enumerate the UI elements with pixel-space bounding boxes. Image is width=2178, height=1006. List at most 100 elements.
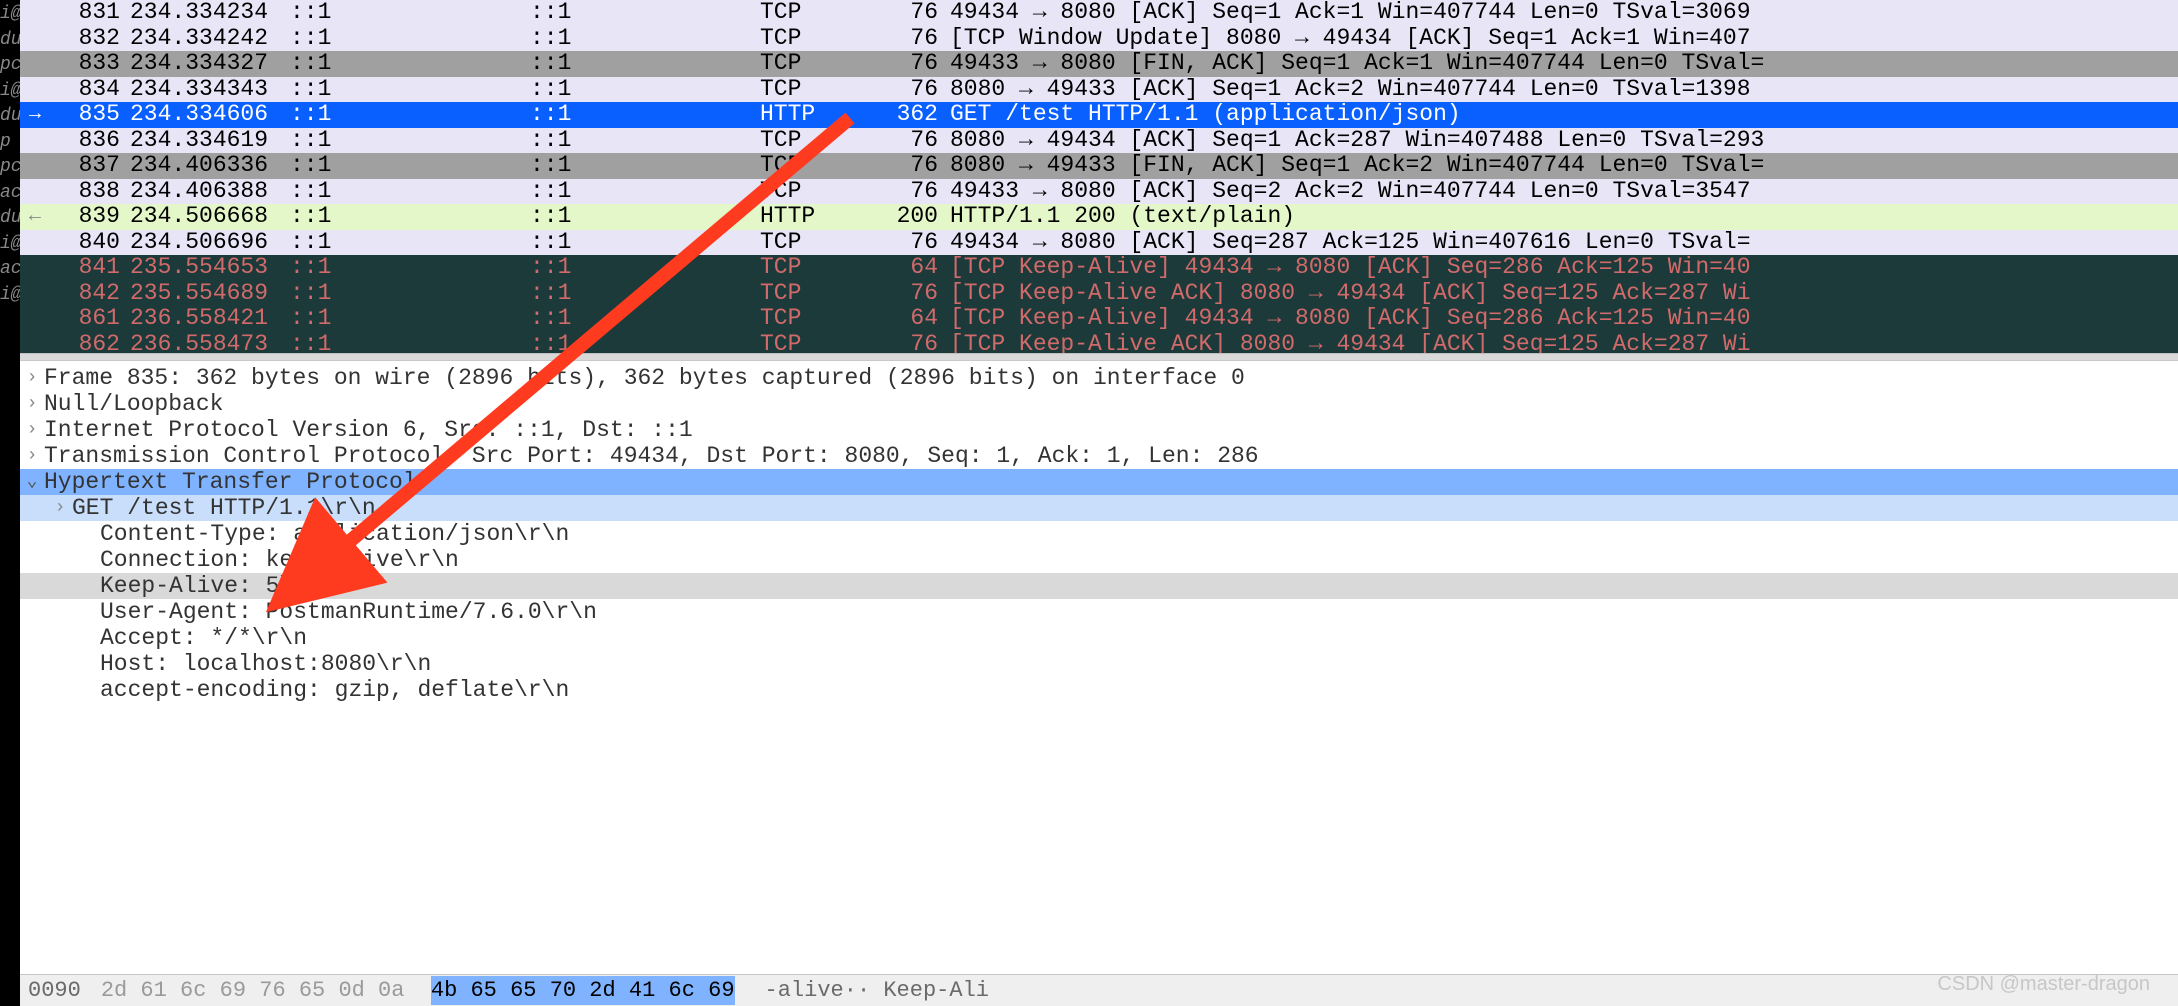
- packet-col-length: 76: [860, 26, 950, 52]
- tree-row[interactable]: ⌄Hypertext Transfer Protocol: [20, 469, 2178, 495]
- packet-col-info: 8080 → 49434 [ACK] Seq=1 Ack=287 Win=407…: [950, 128, 2178, 154]
- watermark-text: CSDN @master-dragon: [1937, 973, 2150, 996]
- packet-row[interactable]: 840234.506696::1::1TCP7649434 → 8080 [AC…: [20, 230, 2178, 256]
- packet-col-protocol: TCP: [760, 230, 860, 256]
- packet-col-length: 64: [860, 306, 950, 332]
- packet-marker-icon: [20, 0, 50, 26]
- packet-col-time: 236.558473: [130, 332, 290, 358]
- packet-list-pane[interactable]: 831234.334234::1::1TCP7649434 → 8080 [AC…: [20, 0, 2178, 360]
- packet-row[interactable]: 842235.554689::1::1TCP76[TCP Keep-Alive …: [20, 281, 2178, 307]
- packet-col-time: 234.406336: [130, 153, 290, 179]
- tree-label: Transmission Control Protocol, Src Port:…: [44, 443, 1259, 469]
- packet-col-destination: ::1: [530, 153, 760, 179]
- disclosure-closed-icon[interactable]: ›: [20, 365, 44, 391]
- packet-col-protocol: TCP: [760, 128, 860, 154]
- packet-row[interactable]: 838234.406388::1::1TCP7649433 → 8080 [AC…: [20, 179, 2178, 205]
- tree-label: Internet Protocol Version 6, Src: ::1, D…: [44, 417, 693, 443]
- disclosure-closed-icon[interactable]: ›: [48, 495, 72, 521]
- tree-row[interactable]: Accept: */*\r\n: [20, 625, 2178, 651]
- packet-row[interactable]: 861236.558421::1::1TCP64[TCP Keep-Alive]…: [20, 306, 2178, 332]
- packet-col-length: 64: [860, 255, 950, 281]
- packet-row[interactable]: 841235.554653::1::1TCP64[TCP Keep-Alive]…: [20, 255, 2178, 281]
- packet-col-protocol: TCP: [760, 281, 860, 307]
- packet-marker-icon: [20, 255, 50, 281]
- packet-col-no: 840: [50, 230, 130, 256]
- packet-col-source: ::1: [290, 179, 530, 205]
- packet-col-no: 832: [50, 26, 130, 52]
- disclosure-closed-icon[interactable]: ›: [20, 417, 44, 443]
- disclosure-closed-icon[interactable]: ›: [20, 391, 44, 417]
- packet-col-no: 842: [50, 281, 130, 307]
- packet-marker-icon: [20, 51, 50, 77]
- packet-col-time: 234.334234: [130, 0, 290, 26]
- packet-col-destination: ::1: [530, 204, 760, 230]
- packet-col-protocol: TCP: [760, 179, 860, 205]
- packet-row[interactable]: →835234.334606::1::1HTTP362GET /test HTT…: [20, 102, 2178, 128]
- disclosure-closed-icon[interactable]: ›: [20, 443, 44, 469]
- tree-row[interactable]: Keep-Alive: 5\r\n: [20, 573, 2178, 599]
- packet-row[interactable]: 831234.334234::1::1TCP7649434 → 8080 [AC…: [20, 0, 2178, 26]
- terminal-gutter: i@dupci@duppcacdui@ac i@: [0, 0, 20, 1006]
- tree-label: Frame 835: 362 bytes on wire (2896 bits)…: [44, 365, 1245, 391]
- tree-label: User-Agent: PostmanRuntime/7.6.0\r\n: [100, 599, 597, 625]
- packet-col-info: 49434 → 8080 [ACK] Seq=1 Ack=1 Win=40774…: [950, 0, 2178, 26]
- packet-col-no: 862: [50, 332, 130, 358]
- packet-col-no: 839: [50, 204, 130, 230]
- packet-col-length: 76: [860, 128, 950, 154]
- packet-col-length: 76: [860, 179, 950, 205]
- packet-col-protocol: TCP: [760, 26, 860, 52]
- packet-marker-icon: →: [20, 102, 50, 128]
- tree-label: Accept: */*\r\n: [100, 625, 307, 651]
- packet-col-source: ::1: [290, 77, 530, 103]
- packet-row[interactable]: ←839234.506668::1::1HTTP200HTTP/1.1 200 …: [20, 204, 2178, 230]
- hex-ascii: -alive·· Keep-Ali: [765, 978, 989, 1003]
- packet-row[interactable]: 837234.406336::1::1TCP768080 → 49433 [FI…: [20, 153, 2178, 179]
- tree-row[interactable]: ›Internet Protocol Version 6, Src: ::1, …: [20, 417, 2178, 443]
- packet-col-info: [TCP Keep-Alive ACK] 8080 → 49434 [ACK] …: [950, 281, 2178, 307]
- tree-row[interactable]: ›Frame 835: 362 bytes on wire (2896 bits…: [20, 365, 2178, 391]
- tree-label: Host: localhost:8080\r\n: [100, 651, 431, 677]
- packet-col-no: 841: [50, 255, 130, 281]
- packet-col-source: ::1: [290, 0, 530, 26]
- disclosure-open-icon[interactable]: ⌄: [20, 469, 44, 495]
- packet-col-source: ::1: [290, 281, 530, 307]
- packet-col-no: 861: [50, 306, 130, 332]
- packet-col-source: ::1: [290, 332, 530, 358]
- tree-row[interactable]: User-Agent: PostmanRuntime/7.6.0\r\n: [20, 599, 2178, 625]
- packet-marker-icon: [20, 230, 50, 256]
- hex-bytes-dim: 2d 61 6c 69 76 65 0d 0a: [101, 978, 431, 1003]
- packet-col-protocol: TCP: [760, 332, 860, 358]
- tree-row[interactable]: Connection: keep-alive\r\n: [20, 547, 2178, 573]
- packet-marker-icon: [20, 179, 50, 205]
- tree-row[interactable]: Host: localhost:8080\r\n: [20, 651, 2178, 677]
- packet-marker-icon: [20, 153, 50, 179]
- tree-row[interactable]: ›GET /test HTTP/1.1\r\n: [20, 495, 2178, 521]
- packet-col-info: HTTP/1.1 200 (text/plain): [950, 204, 2178, 230]
- packet-col-protocol: HTTP: [760, 204, 860, 230]
- packet-col-time: 234.334343: [130, 77, 290, 103]
- tree-label: Connection: keep-alive\r\n: [100, 547, 459, 573]
- packet-col-destination: ::1: [530, 0, 760, 26]
- hex-offset: 0090: [28, 978, 81, 1003]
- packet-col-length: 362: [860, 102, 950, 128]
- packet-col-length: 76: [860, 153, 950, 179]
- packet-row[interactable]: 836234.334619::1::1TCP768080 → 49434 [AC…: [20, 128, 2178, 154]
- packet-col-destination: ::1: [530, 281, 760, 307]
- packet-col-source: ::1: [290, 204, 530, 230]
- tree-row[interactable]: Content-Type: application/json\r\n: [20, 521, 2178, 547]
- packet-col-source: ::1: [290, 306, 530, 332]
- hex-dump-bar[interactable]: 0090 2d 61 6c 69 76 65 0d 0a 4b 65 65 70…: [20, 974, 2178, 1006]
- packet-row[interactable]: 862236.558473::1::1TCP76[TCP Keep-Alive …: [20, 332, 2178, 358]
- packet-details-pane[interactable]: ›Frame 835: 362 bytes on wire (2896 bits…: [20, 360, 2178, 974]
- tree-row[interactable]: ›Null/Loopback: [20, 391, 2178, 417]
- packet-col-time: 234.334619: [130, 128, 290, 154]
- packet-col-source: ::1: [290, 128, 530, 154]
- packet-col-time: 234.506668: [130, 204, 290, 230]
- packet-row[interactable]: 833234.334327::1::1TCP7649433 → 8080 [FI…: [20, 51, 2178, 77]
- tree-label: accept-encoding: gzip, deflate\r\n: [100, 677, 569, 703]
- tree-row[interactable]: ›Transmission Control Protocol, Src Port…: [20, 443, 2178, 469]
- packet-row[interactable]: 832234.334242::1::1TCP76[TCP Window Upda…: [20, 26, 2178, 52]
- tree-row[interactable]: accept-encoding: gzip, deflate\r\n: [20, 677, 2178, 703]
- packet-col-protocol: TCP: [760, 0, 860, 26]
- packet-row[interactable]: 834234.334343::1::1TCP768080 → 49433 [AC…: [20, 77, 2178, 103]
